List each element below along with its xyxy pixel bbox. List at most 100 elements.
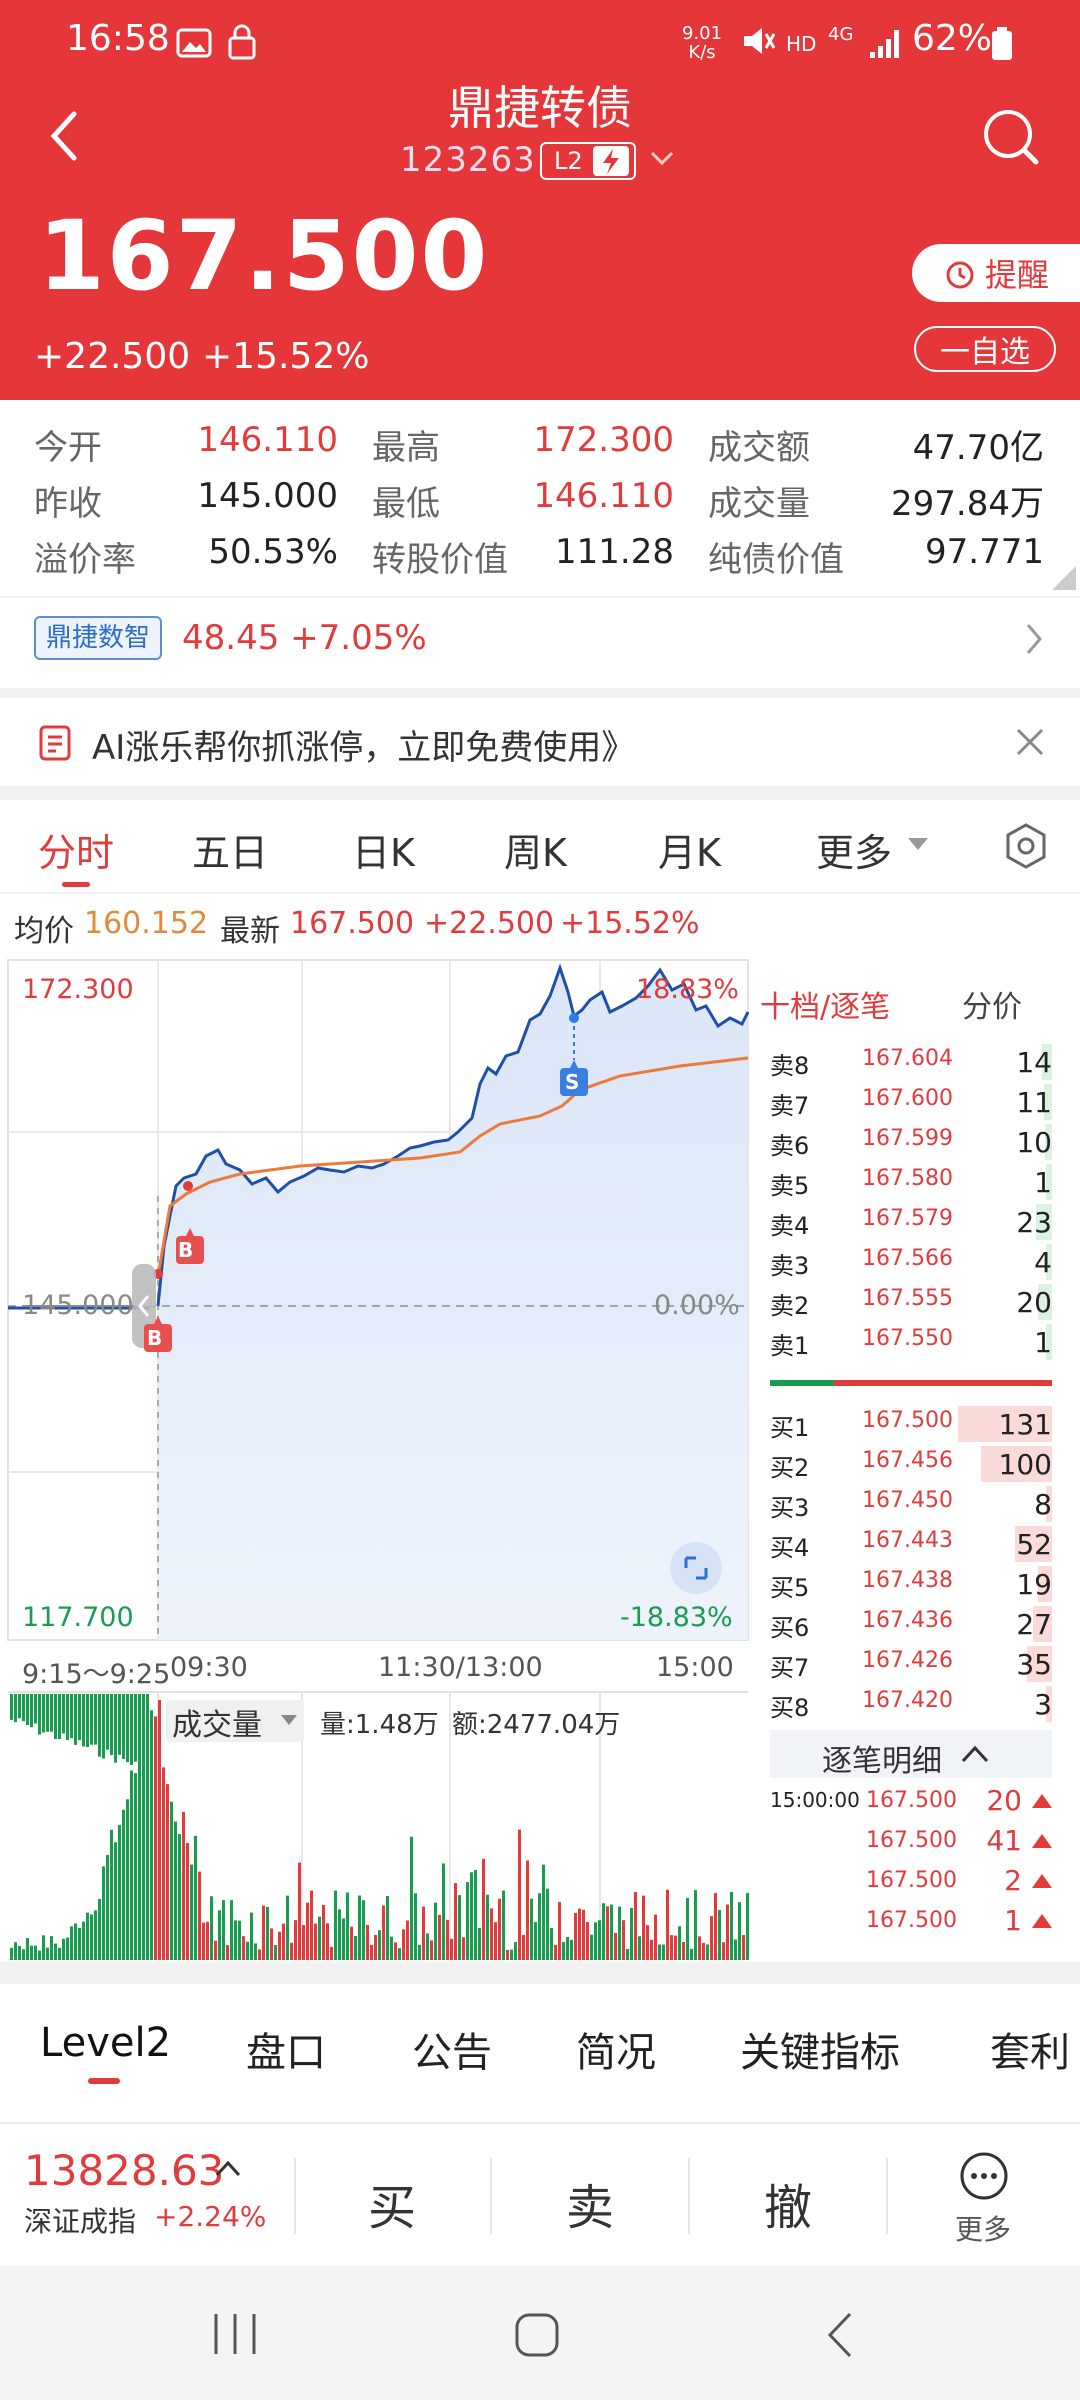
volume-bar <box>494 1922 497 1960</box>
bid-level-label: 买1 <box>770 1414 810 1442</box>
ad-banner-text[interactable]: AI涨乐帮你抓涨停，立即免费使用》 <box>92 720 635 769</box>
volume-bar <box>618 1906 621 1960</box>
volume-bar <box>82 1694 85 1747</box>
volume-bar <box>610 1904 613 1960</box>
settings-icon[interactable] <box>1004 822 1048 870</box>
divider <box>294 2158 296 2234</box>
sell-button[interactable]: 卖 <box>566 2168 614 2238</box>
recent-apps-icon[interactable] <box>210 2310 260 2358</box>
network-label: 4G <box>828 24 854 45</box>
chevron-down-icon[interactable] <box>650 150 674 166</box>
nav-back-icon[interactable] <box>822 2310 858 2360</box>
volume-bar <box>50 1936 53 1960</box>
net-speed: 9.01 K/s <box>682 23 723 63</box>
index-name: 深证成指 <box>24 2205 137 2238</box>
bid-level-label: 买8 <box>770 1694 810 1722</box>
volume-bar <box>726 1904 729 1960</box>
bid-qty: 8 <box>1034 1488 1052 1521</box>
bid-price: 167.420 <box>862 1688 953 1713</box>
tick-qty: 2 <box>1004 1864 1022 1897</box>
cancel-order-button[interactable]: 撤 <box>764 2168 812 2238</box>
expand-icon[interactable] <box>670 1542 722 1594</box>
caret-down-icon[interactable] <box>906 836 930 852</box>
more-label[interactable]: 更多 <box>955 2208 1011 2248</box>
volume-bar <box>142 1755 145 1960</box>
tab-weekly-k[interactable]: 周K <box>504 822 567 877</box>
volume-bar <box>130 1770 133 1960</box>
tab-key-metrics[interactable]: 关键指标 <box>740 2020 900 2078</box>
ask-level-label: 卖5 <box>770 1172 810 1200</box>
divider <box>0 786 1080 800</box>
intraday-chart[interactable] <box>0 956 760 1960</box>
volume-bar <box>290 1942 293 1960</box>
volume-bar <box>742 1935 745 1960</box>
volume-bar <box>154 1716 157 1960</box>
volume-bar <box>586 1922 589 1960</box>
more-icon[interactable] <box>958 2150 1010 2202</box>
stat-label: 成交量 <box>708 484 810 524</box>
volume-bar <box>86 1912 89 1960</box>
tab-orderbook[interactable]: 十档/逐笔 <box>760 982 890 1026</box>
volume-bar <box>90 1914 93 1960</box>
volume-bar <box>170 1801 173 1960</box>
tab-level2[interactable]: Level2 <box>40 2020 171 2066</box>
close-icon[interactable] <box>1014 726 1046 758</box>
tab-notice[interactable]: 公告 <box>412 2020 492 2078</box>
volume-bar <box>422 1906 425 1960</box>
divider <box>0 688 1080 698</box>
volume-bar <box>634 1892 637 1960</box>
bid-qty: 131 <box>998 1408 1052 1441</box>
level2-badge[interactable]: L2 <box>540 142 636 180</box>
volume-bar <box>418 1944 421 1960</box>
tab-five-day[interactable]: 五日 <box>192 822 268 877</box>
ask-qty: 20 <box>1016 1286 1052 1319</box>
volume-bar <box>426 1933 429 1960</box>
lock-icon <box>228 24 256 60</box>
bid-qty: 27 <box>1016 1608 1052 1641</box>
remind-label: 提醒 <box>984 256 1049 294</box>
price-change-pct: +15.52% <box>202 336 370 377</box>
tab-daily-k[interactable]: 日K <box>352 822 415 877</box>
divider <box>688 2158 690 2234</box>
avg-price: 160.152 <box>84 906 209 941</box>
volume-bar <box>298 1862 301 1960</box>
tab-arbitrage[interactable]: 套利 <box>990 2020 1070 2078</box>
volume-bar <box>342 1918 345 1960</box>
tab-intraday[interactable]: 分时 <box>38 822 114 877</box>
smart-value: 48.45 +7.05% <box>182 618 427 658</box>
tab-price-dist[interactable]: 分价 <box>962 982 1022 1026</box>
volume-bar <box>410 1836 413 1960</box>
ask-qty: 4 <box>1034 1246 1052 1279</box>
buy-button[interactable]: 买 <box>368 2168 416 2238</box>
volume-bar <box>82 1921 85 1960</box>
index-value[interactable]: 13828.63 <box>24 2146 224 2195</box>
volume-bar <box>338 1909 341 1960</box>
tab-profile[interactable]: 简况 <box>576 2020 656 2078</box>
volume-bar <box>658 1944 661 1960</box>
ask-level-label: 卖6 <box>770 1132 810 1160</box>
volume-bar <box>110 1694 113 1756</box>
bid-qty: 3 <box>1034 1688 1052 1721</box>
volume-bar <box>538 1893 541 1960</box>
latest-change: +22.500 <box>424 906 555 941</box>
smart-tag[interactable]: 鼎捷数智 <box>34 616 163 660</box>
search-icon[interactable] <box>980 106 1042 168</box>
stat-label: 最低 <box>372 484 440 524</box>
ask-level-label: 卖8 <box>770 1052 810 1080</box>
volume-bar <box>294 1920 297 1960</box>
tab-market[interactable]: 盘口 <box>246 2020 326 2078</box>
stat-value: 297.84万 <box>891 484 1044 524</box>
remind-button[interactable]: 提醒 <box>912 244 1080 302</box>
tab-underline <box>62 882 90 887</box>
home-icon[interactable] <box>512 2310 562 2360</box>
volume-bar <box>162 1767 165 1960</box>
volume-bar <box>126 1799 129 1960</box>
tab-more[interactable]: 更多 <box>816 822 892 877</box>
ask-qty: 23 <box>1016 1206 1052 1239</box>
volume-bar <box>262 1905 265 1960</box>
favorite-button[interactable]: 一自选 <box>914 326 1056 372</box>
tab-monthly-k[interactable]: 月K <box>658 822 721 877</box>
volume-bar <box>510 1949 513 1960</box>
chevron-right-icon[interactable] <box>1024 622 1044 656</box>
divider <box>886 2158 888 2234</box>
